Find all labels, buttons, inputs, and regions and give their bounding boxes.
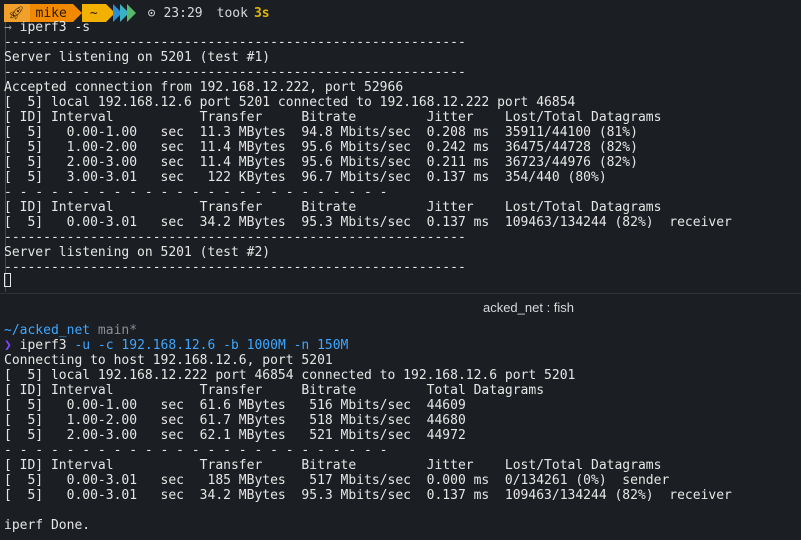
- output-line: [ 5] 0.00-3.01 sec 34.2 MBytes 95.3 Mbit…: [4, 215, 732, 230]
- pane-title: acked_net : fish: [482, 300, 575, 315]
- output-line: [ 5] 0.00-1.00 sec 11.3 MBytes 94.8 Mbit…: [4, 125, 638, 140]
- output-line: - - - - - - - - - - - - - - - - - - - - …: [4, 185, 388, 200]
- output-line: ----------------------------------------…: [4, 65, 466, 80]
- output-line: [ 5] 1.00-2.00 sec 11.4 MBytes 95.6 Mbit…: [4, 140, 638, 155]
- output-line: [ ID] Interval Transfer Bitrate Total Da…: [4, 383, 545, 398]
- prompt-cwd: ~/acked_net: [4, 323, 91, 338]
- prompt-git-branch: main*: [97, 323, 138, 338]
- clock-icon: ⊙: [147, 5, 156, 21]
- command-line: → iperf3 -s: [4, 20, 90, 35]
- took-value: 3s: [253, 5, 270, 21]
- bottom-terminal-pane[interactable]: ~/acked_net main* ❯ iperf3 -u -c 192.168…: [0, 318, 801, 540]
- output-line: [ 5] 0.00-1.00 sec 61.6 MBytes 516 Mbits…: [4, 398, 466, 413]
- powerline-arrow-icon: [126, 4, 136, 22]
- output-line: Server listening on 5201 (test #1): [4, 50, 271, 65]
- output-line: [ 5] 2.00-3.00 sec 11.4 MBytes 95.6 Mbit…: [4, 155, 638, 170]
- output-line: Server listening on 5201 (test #2): [4, 245, 271, 260]
- command-text: iperf3 -s: [19, 20, 91, 35]
- prompt-line: ~/acked_net main*: [4, 323, 137, 338]
- terminal-cursor: [4, 273, 11, 287]
- command-name: iperf3: [19, 338, 67, 353]
- prompt-char-icon: ❯: [4, 338, 12, 353]
- output-line: [ 5] 3.00-3.01 sec 122 KBytes 96.7 Mbits…: [4, 170, 607, 185]
- output-line: [ 5] 2.00-3.00 sec 62.1 MBytes 521 Mbits…: [4, 428, 466, 443]
- command-line: ❯ iperf3 -u -c 192.168.12.6 -b 1000M -n …: [4, 338, 348, 353]
- output-line: [ ID] Interval Transfer Bitrate Jitter L…: [4, 110, 662, 125]
- output-line: iperf Done.: [4, 518, 91, 533]
- output-line: ----------------------------------------…: [4, 230, 466, 245]
- output-line: Connecting to host 192.168.12.6, port 52…: [4, 353, 333, 368]
- prompt-time: 23:29: [163, 5, 203, 21]
- output-line: [ ID] Interval Transfer Bitrate Jitter L…: [4, 200, 662, 215]
- output-line: ----------------------------------------…: [4, 35, 466, 50]
- top-terminal-pane[interactable]: 🚀︎ mike ~ ⊙ 23:29 took 3s → iperf3 -s --…: [0, 0, 801, 293]
- output-line: [ 5] local 192.168.12.6 port 5201 connec…: [4, 95, 576, 110]
- output-line: ----------------------------------------…: [4, 260, 466, 275]
- output-line: [ 5] 0.00-3.01 sec 185 MBytes 517 Mbits/…: [4, 473, 670, 488]
- command-args: -u -c 192.168.12.6 -b 1000M -n 150M: [74, 338, 349, 353]
- output-line: [ 5] local 192.168.12.222 port 46854 con…: [4, 368, 576, 383]
- command-prefix-icon: →: [4, 20, 12, 35]
- took-label: took: [216, 5, 248, 21]
- output-line: [ ID] Interval Transfer Bitrate Jitter L…: [4, 458, 662, 473]
- output-line: Accepted connection from 192.168.12.222,…: [4, 80, 404, 95]
- output-line: - - - - - - - - - - - - - - - - - - - - …: [4, 443, 388, 458]
- output-line: [ 5] 0.00-3.01 sec 34.2 MBytes 95.3 Mbit…: [4, 488, 732, 503]
- output-line: [ 5] 1.00-2.00 sec 61.7 MBytes 518 Mbits…: [4, 413, 466, 428]
